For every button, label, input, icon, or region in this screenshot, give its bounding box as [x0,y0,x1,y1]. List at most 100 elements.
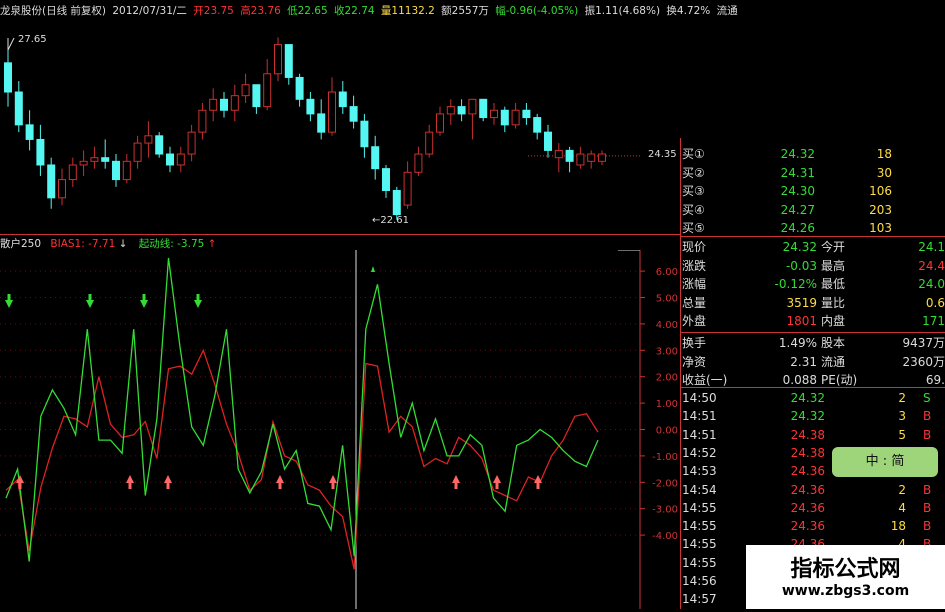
bias-label: BIAS1: -7.71 [50,238,116,250]
watermark-url: www.zbgs3.com [781,583,910,599]
high-marker [7,37,15,51]
stat-label: 涨幅 [682,277,707,291]
tick-volume: 3 [898,409,906,424]
stat-label: 外盘 [682,314,707,328]
indicator-chart[interactable]: 6.00 5.00 4.00 3.00 2.00 1.00 0.00 -1.00 -2.00 -3… [0,249,678,609]
candle-body [241,84,250,97]
bid-volume: 203 [869,202,892,217]
buy-signal-arrow [276,475,284,483]
panel-divider [0,234,680,235]
buy-signal-arrow-stem [454,482,458,489]
quote-separator [680,236,945,237]
start-line-label: 起动线: -3.75 [138,238,205,250]
candle-body [554,149,563,159]
small-signal-arrow [371,266,375,272]
candle-body [209,98,218,111]
badge-text: 中 : 简 [865,454,905,469]
sell-signal-arrow [140,300,148,308]
candle-body [155,135,164,155]
sell-signal-arrow-stem [196,294,200,301]
tick-volume: 18 [890,519,906,534]
high-price-label: 27.65 [18,34,47,45]
fundamental-label: 股本 [821,336,846,350]
candle-body [101,157,110,162]
tick-volume: 5 [898,427,906,442]
bid-label: 买⑤ [682,221,705,235]
sell-signal-arrow-stem [7,294,11,301]
tick-time: 14:50 [682,391,717,405]
tick-price: 24.36 [790,464,825,479]
stat-value: 1801 [786,314,817,328]
bias-arrow: ↓ [118,238,128,250]
tick-time: 14:52 [682,445,717,460]
input-method-badge[interactable]: 中 : 简 [832,447,938,477]
sell-signal-arrow-stem [88,294,92,301]
open-value: 开23.75 [193,5,234,17]
buy-signal-arrow-stem [278,482,282,489]
stat-value: 3519 [786,295,817,310]
candle-body [284,44,293,78]
candle-body [47,164,56,199]
candle-body [565,149,574,162]
tick-side: B [923,500,932,515]
tick-price: 24.32 [790,409,825,424]
candle-body [338,91,347,108]
tick-row: 14:54 24.36 2 B [680,481,945,499]
candle-body [122,160,131,181]
buy-signal-arrow-stem [536,482,540,489]
candle-body [479,98,488,119]
sell-signal-arrow [86,300,94,308]
candle-body [436,113,444,133]
tick-time: 14:51 [682,409,717,424]
axis-tick-label: 3.00 [656,346,678,357]
fundamental-label: 净资 [682,354,707,369]
start-line [5,257,599,562]
candle-body [511,109,520,126]
tick-time: 14:56 [682,574,717,588]
candle-body [274,44,282,75]
candle-body [263,73,272,108]
last-price-axis-label: 24.35 [648,149,677,160]
bar-date: 2012/07/31/二 [112,5,187,17]
buy-signal-arrow [493,475,501,483]
tick-price: 24.32 [790,391,825,405]
price-chart[interactable]: 27.65 ←22.61 [0,22,640,234]
candle-body [295,76,304,100]
candle-body [360,120,369,148]
tick-side: B [923,427,932,442]
bid-volume: 103 [869,221,892,235]
bias-indicator-plot: 6.00 5.00 4.00 3.00 2.00 1.00 0.00 -1.00 -2.00 -3… [0,249,678,609]
axis-tick-label: 0.00 [656,426,678,437]
tick-row: 14:51 24.32 3 B [680,407,945,425]
stat-value: -0.03 [785,258,817,273]
tick-time: 14:55 [682,555,717,570]
buy-signal-arrow-stem [166,482,170,489]
bid-price: 24.32 [780,147,815,161]
bid-price: 24.27 [780,202,815,217]
tick-time: 14:55 [682,537,717,552]
candle-body [112,160,120,181]
tick-row: 14:55 24.36 18 B [680,517,945,535]
bid-row: 买⑤ 24.26 103 [680,219,945,237]
candle-body [328,91,336,133]
candle-body [317,113,326,133]
quote-panel: 买① 24.32 18 买② 24.31 30 买③ 24.30 106 买④ 24.27 203 买⑤… [680,138,945,609]
candle-body [457,106,466,115]
stat-label: 今开 [821,240,846,254]
bid-row: 买③ 24.30 106 [680,182,945,200]
candle-body [446,106,455,115]
candle-body [468,98,477,115]
bid-row: 买① 24.32 18 [680,145,945,163]
tick-price: 24.36 [790,482,825,497]
sell-signal-arrow [5,300,13,308]
candle-body [14,91,23,126]
candle-body [425,131,434,155]
fundamental-value: 1.49% [778,336,817,350]
candle-body [144,135,153,144]
candle-body [166,153,174,166]
bid-row: 买② 24.31 30 [680,164,945,182]
candle-body [252,84,261,108]
candle-body [68,164,77,181]
candle-body [349,106,358,122]
bid-label: 买④ [682,202,705,217]
